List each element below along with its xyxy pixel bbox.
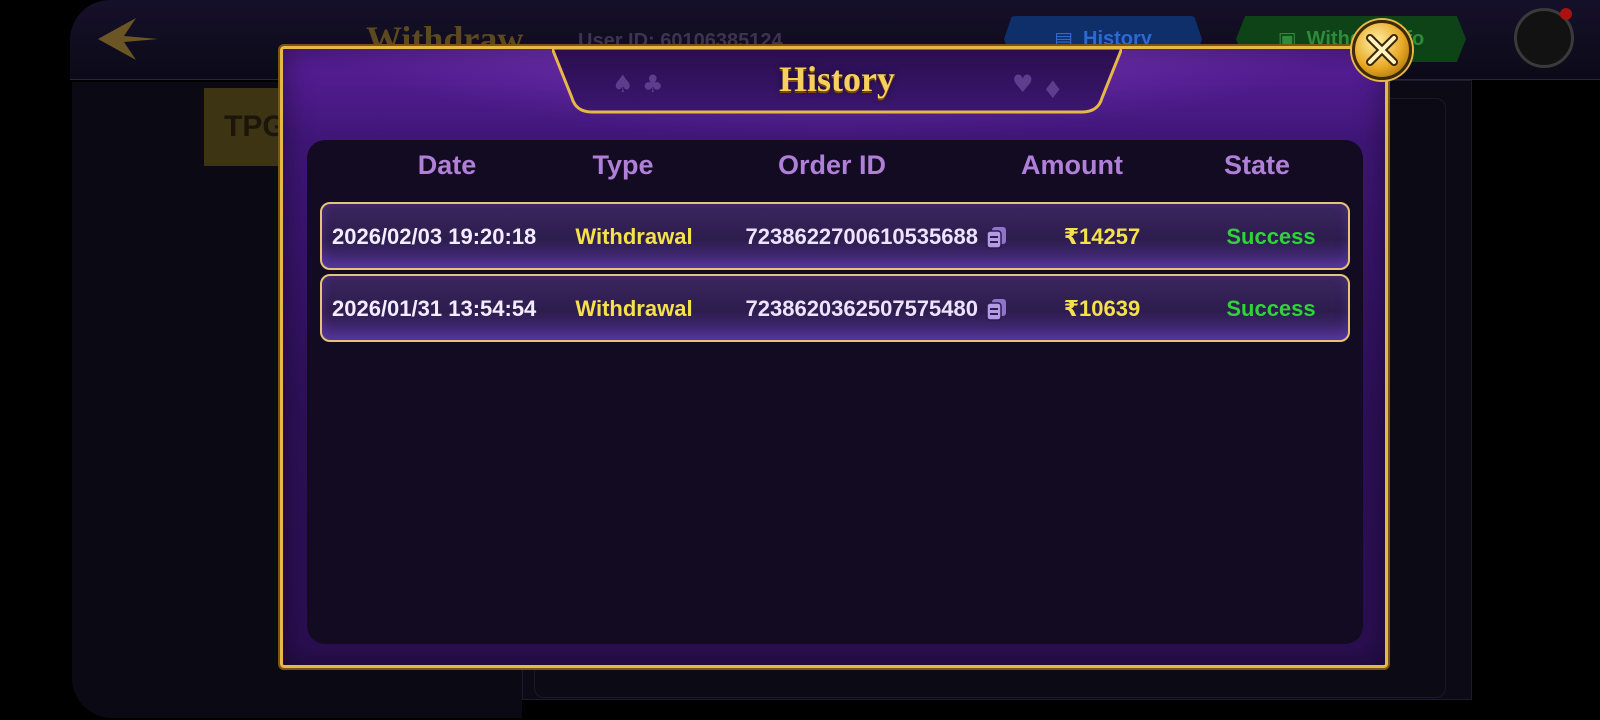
row-order-id: 7238622700610535688 <box>745 224 978 249</box>
close-button[interactable] <box>1352 20 1412 80</box>
row-state: Success <box>1226 224 1316 249</box>
table-row: 2026/02/03 19:20:18 Withdrawal 723862270… <box>320 202 1350 270</box>
table-row: 2026/01/31 13:54:54 Withdrawal 723862036… <box>320 274 1350 342</box>
row-order-id: 7238620362507575480 <box>745 296 978 321</box>
copy-icon[interactable] <box>986 298 1008 322</box>
table-header: Date Type Order ID Amount State <box>307 150 1363 190</box>
row-amount: ₹10639 <box>1063 296 1141 321</box>
back-arrow-icon[interactable] <box>96 16 160 62</box>
row-date: 2026/01/31 13:54:54 <box>332 296 537 321</box>
header-amount: Amount <box>1021 150 1123 180</box>
header-type: Type <box>592 150 654 180</box>
header-date: Date <box>417 150 477 180</box>
modal-title: History <box>779 59 895 99</box>
row-amount: ₹14257 <box>1063 224 1141 249</box>
notification-dot <box>1560 8 1572 20</box>
row-type: Withdrawal <box>575 224 693 249</box>
close-icon <box>1366 34 1398 66</box>
copy-icon[interactable] <box>986 226 1008 250</box>
header-order-id: Order ID <box>777 150 887 180</box>
row-date: 2026/02/03 19:20:18 <box>332 224 537 249</box>
row-state: Success <box>1226 296 1316 321</box>
header-state: State <box>1223 150 1291 180</box>
row-type: Withdrawal <box>575 296 693 321</box>
